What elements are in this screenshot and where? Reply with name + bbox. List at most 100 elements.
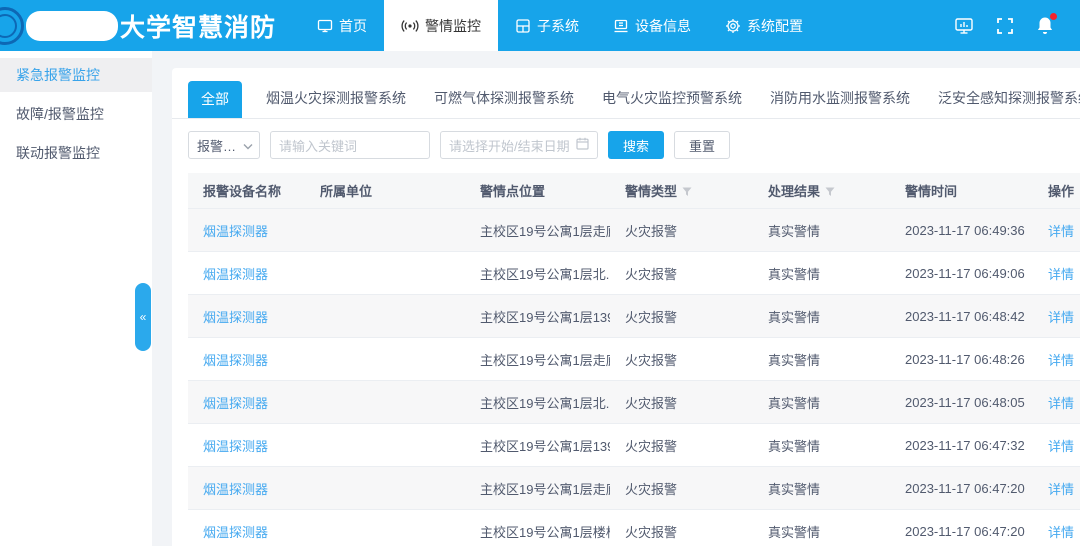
navbar-right-icons — [954, 0, 1080, 51]
app-title: 大学智慧消防 — [120, 8, 276, 44]
detail-link[interactable]: 详情 — [1048, 436, 1074, 455]
col-header-label: 警情类型 — [625, 184, 677, 199]
top-navbar: 大学智慧消防 首页 警情监控 — [0, 0, 1080, 51]
sidebar-collapse-button[interactable]: « — [135, 283, 151, 351]
detail-link[interactable]: 详情 — [1048, 350, 1074, 369]
filter-funnel-icon[interactable] — [825, 185, 835, 200]
alarm-time-cell: 2023-11-17 06:47:20 — [890, 481, 1033, 496]
table-row: 烟温探测器 主校区19号公寓1层北... 火灾报警 真实警情 2023-11-1… — [188, 380, 1080, 423]
dashboard-icon[interactable] — [954, 17, 974, 35]
alarm-table: 报警设备名称 所属单位 警情点位置 警情类型 处理结果 警情时间 操作 烟温探测… — [188, 173, 1080, 546]
reset-button[interactable]: 重置 — [674, 131, 730, 159]
location-cell: 主校区19号公寓1层北... — [465, 264, 610, 283]
device-name-link[interactable]: 烟温探测器 — [188, 393, 305, 412]
location-cell: 主校区19号公寓1层北... — [465, 393, 610, 412]
alarm-type-cell: 火灾报警 — [610, 264, 753, 283]
nav-item-device-info[interactable]: 设备信息 — [596, 0, 708, 51]
result-cell: 真实警情 — [753, 307, 890, 326]
device-name-link[interactable]: 烟温探测器 — [188, 221, 305, 240]
date-range-picker[interactable]: 请选择开始/结束日期 — [440, 131, 598, 159]
actions-cell: 详情 处理 — [1033, 393, 1080, 412]
location-cell: 主校区19号公寓1层139 — [465, 307, 610, 326]
search-button[interactable]: 搜索 — [608, 131, 664, 159]
device-info-icon — [613, 18, 629, 34]
nav-item-system-config[interactable]: 系统配置 — [708, 0, 820, 51]
app-logo: 大学智慧消防 — [0, 0, 300, 51]
nav-item-subsystem[interactable]: 子系统 — [498, 0, 596, 51]
fullscreen-icon[interactable] — [996, 17, 1014, 35]
bell-icon[interactable] — [1036, 16, 1054, 35]
main-nav: 首页 警情监控 子系统 — [300, 0, 820, 51]
alarm-time-cell: 2023-11-17 06:49:06 — [890, 266, 1033, 281]
detail-link[interactable]: 详情 — [1048, 307, 1074, 326]
col-header-type: 警情类型 — [610, 181, 753, 200]
actions-cell: 详情 处理 — [1033, 522, 1080, 541]
tab-all[interactable]: 全部 — [188, 81, 242, 118]
col-header-label: 处理结果 — [768, 184, 820, 199]
detail-link[interactable]: 详情 — [1048, 479, 1074, 498]
tab-electrical-fire[interactable]: 电气火灾监控预警系统 — [602, 88, 742, 118]
detail-link[interactable]: 详情 — [1048, 522, 1074, 541]
col-header-location: 警情点位置 — [465, 181, 610, 200]
actions-cell: 详情 处理 — [1033, 264, 1080, 283]
detail-link[interactable]: 详情 — [1048, 393, 1074, 412]
nav-item-label: 警情监控 — [425, 16, 481, 36]
left-sidebar: 紧急报警监控 故障/报警监控 联动报警监控 « — [0, 51, 152, 546]
keyword-input[interactable]: 请输入关键词 — [270, 131, 430, 159]
alarm-monitor-icon — [401, 19, 419, 33]
search-field-select[interactable]: 报警设... — [188, 131, 260, 159]
alarm-time-cell: 2023-11-17 06:49:36 — [890, 223, 1033, 238]
col-header-actions: 操作 — [1033, 181, 1080, 200]
sidebar-item-emergency-alarm[interactable]: 紧急报警监控 — [0, 58, 152, 92]
filter-funnel-icon[interactable] — [682, 185, 692, 200]
col-header-time: 警情时间 — [890, 181, 1033, 200]
detail-link[interactable]: 详情 — [1048, 221, 1074, 240]
table-row: 烟温探测器 主校区19号公寓1层走廊4 火灾报警 真实警情 2023-11-17… — [188, 208, 1080, 251]
result-cell: 真实警情 — [753, 479, 890, 498]
result-cell: 真实警情 — [753, 264, 890, 283]
alarm-type-cell: 火灾报警 — [610, 436, 753, 455]
location-cell: 主校区19号公寓1层139 — [465, 436, 610, 455]
table-row: 烟温探测器 主校区19号公寓1层139 火灾报警 真实警情 2023-11-17… — [188, 294, 1080, 337]
nav-item-label: 设备信息 — [635, 16, 691, 36]
alarm-time-cell: 2023-11-17 06:48:26 — [890, 352, 1033, 367]
device-name-link[interactable]: 烟温探测器 — [188, 522, 305, 541]
sidebar-item-fault-alarm[interactable]: 故障/报警监控 — [0, 97, 152, 131]
tab-combustible-gas[interactable]: 可燃气体探测报警系统 — [434, 88, 574, 118]
alarm-type-cell: 火灾报警 — [610, 479, 753, 498]
actions-cell: 详情 处理 — [1033, 479, 1080, 498]
select-value: 报警设... — [197, 136, 243, 155]
result-cell: 真实警情 — [753, 393, 890, 412]
alarm-type-cell: 火灾报警 — [610, 307, 753, 326]
tab-smoke-temp-fire[interactable]: 烟温火灾探测报警系统 — [266, 88, 406, 118]
device-name-link[interactable]: 烟温探测器 — [188, 436, 305, 455]
device-name-link[interactable]: 烟温探测器 — [188, 350, 305, 369]
date-placeholder: 请选择开始/结束日期 — [449, 136, 570, 155]
chevron-double-left-icon: « — [140, 310, 147, 324]
notification-badge — [1050, 13, 1057, 20]
alarm-type-cell: 火灾报警 — [610, 522, 753, 541]
system-tabs: 全部 烟温火灾探测报警系统 可燃气体探测报警系统 电气火灾监控预警系统 消防用水… — [172, 68, 1080, 119]
device-name-link[interactable]: 烟温探测器 — [188, 264, 305, 283]
table-row: 烟温探测器 主校区19号公寓1层北... 火灾报警 真实警情 2023-11-1… — [188, 251, 1080, 294]
location-cell: 主校区19号公寓1层走廊4 — [465, 221, 610, 240]
nav-item-alarm-monitor[interactable]: 警情监控 — [384, 0, 498, 51]
detail-link[interactable]: 详情 — [1048, 264, 1074, 283]
table-row: 烟温探测器 主校区19号公寓1层楼梯3 火灾报警 真实警情 2023-11-17… — [188, 509, 1080, 546]
device-name-link[interactable]: 烟温探测器 — [188, 307, 305, 326]
nav-item-home[interactable]: 首页 — [300, 0, 384, 51]
table-body: 烟温探测器 主校区19号公寓1层走廊4 火灾报警 真实警情 2023-11-17… — [188, 208, 1080, 546]
sidebar-item-linkage-alarm[interactable]: 联动报警监控 — [0, 136, 152, 170]
location-cell: 主校区19号公寓1层楼梯3 — [465, 522, 610, 541]
tab-pan-security[interactable]: 泛安全感知探测报警系统 — [938, 88, 1080, 118]
alarm-type-cell: 火灾报警 — [610, 393, 753, 412]
col-header-unit: 所属单位 — [305, 181, 465, 200]
tab-fire-water[interactable]: 消防用水监测报警系统 — [770, 88, 910, 118]
device-name-link[interactable]: 烟温探测器 — [188, 479, 305, 498]
table-row: 烟温探测器 主校区19号公寓1层走廊4 火灾报警 真实警情 2023-11-17… — [188, 466, 1080, 509]
content-card: 全部 烟温火灾探测报警系统 可燃气体探测报警系统 电气火灾监控预警系统 消防用水… — [172, 68, 1080, 546]
result-cell: 真实警情 — [753, 221, 890, 240]
col-header-device: 报警设备名称 — [188, 181, 305, 200]
nav-item-label: 系统配置 — [747, 16, 803, 36]
alarm-time-cell: 2023-11-17 06:47:32 — [890, 438, 1033, 453]
